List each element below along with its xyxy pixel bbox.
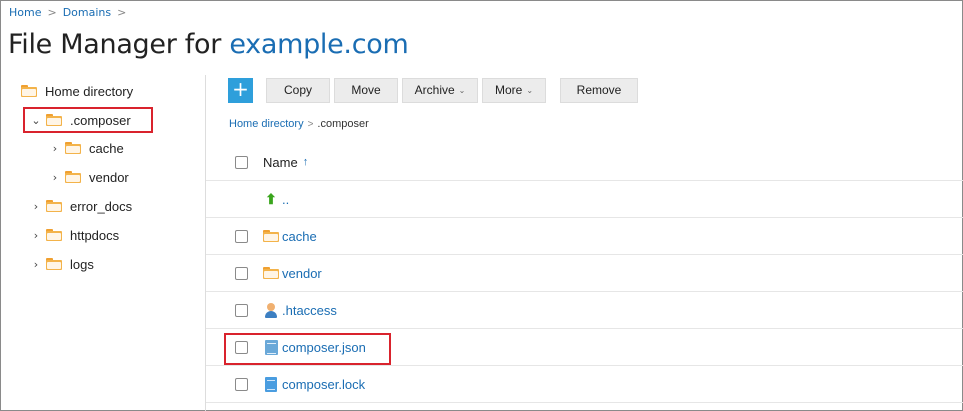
tree-item-vendor[interactable]: › vendor [49, 165, 129, 189]
folder-icon [65, 142, 81, 154]
tree-item-label: error_docs [70, 198, 133, 214]
row-checkbox[interactable] [235, 229, 248, 243]
folder-icon [46, 229, 62, 241]
row-checkbox[interactable] [235, 303, 248, 317]
tree-item-logs[interactable]: › logs [30, 252, 94, 276]
folder-icon [263, 267, 279, 279]
tree-item-error-docs[interactable]: › error_docs [30, 194, 132, 218]
more-dropdown-button[interactable]: More ⌄ [482, 77, 546, 103]
file-name-label: .htaccess [282, 302, 337, 318]
tree-item-composer[interactable]: ⌄ .composer [30, 108, 131, 132]
file-name-label: .. [282, 191, 290, 207]
tree-item-label: logs [70, 256, 94, 272]
page-title: File Manager for example.com [8, 29, 409, 60]
page-title-domain-link[interactable]: example.com [229, 29, 408, 60]
path-separator: > [307, 118, 314, 130]
folder-icon [21, 85, 37, 97]
directory-tree: Home directory ⌄ .composer › cache › ven… [1, 75, 206, 411]
table-header-row: Name ↑ [206, 144, 963, 181]
document-icon [265, 376, 277, 392]
folder-icon [263, 230, 279, 242]
user-file-icon [263, 302, 279, 318]
sort-ascending-icon: ↑ [302, 156, 309, 168]
file-name-label: cache [282, 228, 317, 244]
archive-dropdown-button[interactable]: Archive ⌄ [402, 77, 478, 103]
chevron-down-icon: ⌄ [526, 85, 534, 95]
path-home-directory-link[interactable]: Home directory [229, 118, 304, 130]
table-row[interactable]: vendor [206, 255, 963, 292]
tree-item-httpdocs[interactable]: › httpdocs [30, 223, 119, 247]
chevron-down-icon[interactable]: ⌄ [30, 114, 42, 127]
chevron-right-icon[interactable]: › [49, 171, 61, 184]
chevron-down-icon: ⌄ [458, 85, 466, 95]
more-button-label: More [494, 83, 523, 97]
breadcrumb-home-link[interactable]: Home [9, 6, 41, 19]
file-name-link[interactable]: vendor [263, 266, 322, 281]
name-header-label: Name [263, 154, 298, 170]
breadcrumb-separator: > [47, 6, 57, 19]
tree-item-label: Home directory [45, 83, 134, 99]
page-title-prefix: File Manager for [8, 29, 230, 60]
file-name-link[interactable]: ⬆ .. [263, 191, 289, 207]
remove-button[interactable]: Remove [560, 77, 638, 103]
tree-item-cache[interactable]: › cache [49, 136, 124, 160]
remove-button-label: Remove [576, 83, 622, 97]
up-arrow-icon: ⬆ [265, 191, 277, 207]
chevron-right-icon[interactable]: › [49, 142, 61, 155]
breadcrumb-separator: > [117, 6, 127, 19]
folder-icon [46, 114, 62, 126]
tree-item-label: httpdocs [70, 227, 120, 243]
highlight-box [224, 333, 391, 365]
move-button[interactable]: Move [334, 77, 398, 103]
file-name-label: vendor [282, 265, 322, 281]
name-column-header[interactable]: Name ↑ [263, 155, 308, 170]
select-all-checkbox[interactable] [235, 155, 248, 169]
chevron-right-icon[interactable]: › [30, 258, 42, 271]
tree-item-home-directory[interactable]: Home directory [21, 79, 133, 103]
archive-button-label: Archive [414, 83, 455, 97]
breadcrumb-domains-link[interactable]: Domains [63, 6, 111, 19]
folder-icon [46, 258, 62, 270]
path-current: .composer [317, 118, 369, 130]
move-button-label: Move [351, 83, 381, 97]
tree-item-label: cache [89, 140, 124, 156]
copy-button[interactable]: Copy [266, 77, 330, 103]
file-name-link[interactable]: composer.lock [263, 376, 366, 392]
folder-icon [46, 200, 62, 212]
chevron-right-icon[interactable]: › [30, 229, 42, 242]
row-checkbox[interactable] [235, 266, 248, 280]
breadcrumb: Home > Domains > [9, 6, 126, 19]
chevron-right-icon[interactable]: › [30, 200, 42, 213]
tree-item-label: .composer [70, 112, 131, 128]
file-name-link[interactable]: cache [263, 229, 317, 244]
add-button[interactable]: + [228, 77, 253, 103]
table-row[interactable]: cache [206, 218, 963, 255]
row-checkbox[interactable] [235, 377, 248, 391]
tree-item-label: vendor [89, 169, 129, 185]
file-name-label: composer.lock [282, 376, 366, 392]
table-row[interactable]: ⬆ .. [206, 181, 963, 218]
table-row[interactable]: composer.lock [206, 366, 963, 403]
path-breadcrumb: Home directory > .composer [229, 118, 369, 130]
table-row[interactable]: .htaccess [206, 292, 963, 329]
folder-icon [65, 171, 81, 183]
copy-button-label: Copy [283, 83, 312, 97]
toolbar: + Copy Move Archive ⌄ More ⌄ Remove [228, 77, 642, 103]
file-name-link[interactable]: .htaccess [263, 302, 337, 318]
